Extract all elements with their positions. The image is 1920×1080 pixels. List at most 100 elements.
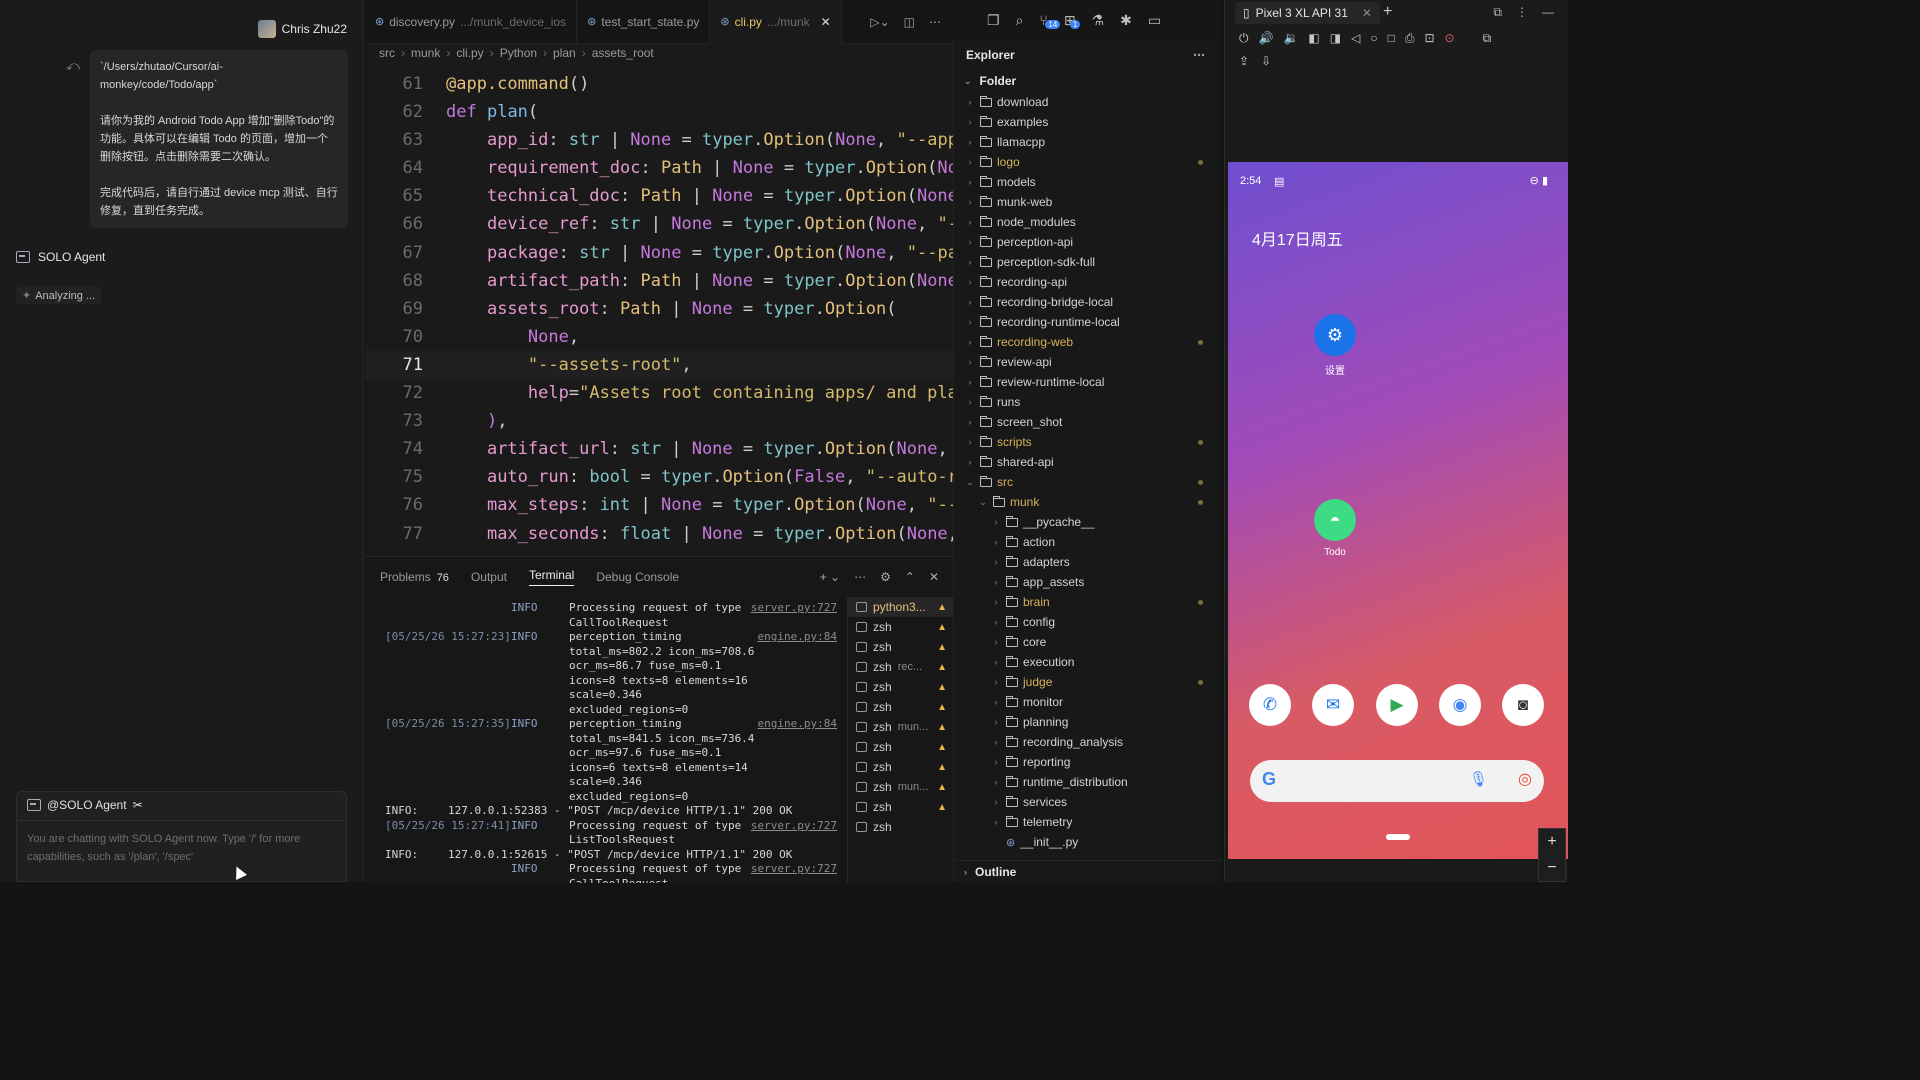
debug-icon[interactable]: ✱ (1120, 12, 1132, 29)
tab-output[interactable]: Output (471, 570, 507, 584)
folder-item[interactable]: › execution (954, 652, 1221, 672)
folder-item[interactable]: › review-api (954, 352, 1221, 372)
terminal-session[interactable]: zsh ▲ (848, 797, 953, 817)
folder-item[interactable]: › perception-api (954, 232, 1221, 252)
folder-item[interactable]: › recording-api (954, 272, 1221, 292)
volume-down-icon[interactable]: 🔉 (1283, 31, 1298, 46)
terminal-output[interactable]: INFO Processing request of type server.py:… (385, 601, 837, 883)
terminal-session[interactable]: zsh rec... ▲ (848, 657, 953, 677)
breadcrumb-item[interactable]: plan (553, 46, 576, 60)
lens-icon[interactable]: ◎ (1518, 769, 1532, 789)
terminal-session[interactable]: zsh mun... ▲ (848, 717, 953, 737)
file-item[interactable]: ⊛ __init__.py (954, 832, 1221, 852)
tab-test-start-state[interactable]: ⊛ test_start_state.py (577, 0, 711, 44)
more-icon[interactable]: ⋮ (1516, 5, 1528, 20)
undo-icon[interactable]: ⤺ (66, 58, 80, 74)
folder-item[interactable]: › munk-web (954, 192, 1221, 212)
mic-icon[interactable]: 🎙 (1469, 770, 1488, 788)
testing-icon[interactable]: ⚗ (1092, 12, 1105, 29)
terminal-session[interactable]: zsh ▲ (848, 617, 953, 637)
log-source-link[interactable]: server.py:727 (751, 819, 837, 834)
record-icon[interactable]: ⊙ (1445, 31, 1455, 46)
screenshot-icon[interactable]: ⎙ (1405, 31, 1415, 46)
breadcrumb-item[interactable]: src (379, 46, 395, 60)
extended-controls-icon[interactable]: ⧉ (1483, 31, 1492, 46)
rotate-right-icon[interactable]: ◨ (1330, 31, 1341, 46)
breadcrumb-item[interactable]: Python (500, 46, 537, 60)
tab-problems[interactable]: Problems 76 (380, 570, 449, 584)
back-icon[interactable]: ◁ (1351, 31, 1360, 46)
chrome-icon[interactable]: ◉ (1439, 684, 1481, 726)
folder-item[interactable]: › judge (954, 672, 1221, 692)
play-store-icon[interactable]: ▶ (1376, 684, 1418, 726)
upload-icon[interactable]: ⇪ (1239, 54, 1249, 68)
terminal-session[interactable]: python3... ▲ (848, 597, 953, 617)
breadcrumb-item[interactable]: cli.py (456, 46, 483, 60)
terminal-session[interactable]: zsh (848, 817, 953, 837)
log-source-link[interactable]: server.py:727 (751, 862, 837, 877)
device-tab[interactable]: ▯ Pixel 3 XL API 31 ✕ (1235, 2, 1380, 24)
source-control-icon[interactable]: ⑂ 14 (1039, 12, 1061, 29)
zoom-controls[interactable]: + − (1538, 828, 1566, 882)
tab-debug-console[interactable]: Debug Console (596, 570, 679, 584)
volume-up-icon[interactable]: 🔊 (1259, 31, 1274, 46)
folder-item[interactable]: › download (954, 92, 1221, 112)
close-icon[interactable]: ✕ (929, 570, 939, 584)
folder-item[interactable]: › node_modules (954, 212, 1221, 232)
log-source-link[interactable]: server.py:727 (751, 601, 837, 616)
tab-cli[interactable]: ⊛ cli.py .../munk ✕ (710, 0, 842, 44)
folder-item[interactable]: › telemetry (954, 812, 1221, 832)
folder-item[interactable]: › logo (954, 152, 1221, 172)
chat-input[interactable]: You are chatting with SOLO Agent now. Ty… (27, 830, 336, 866)
remote-icon[interactable]: ▭ (1148, 12, 1161, 29)
window-icon[interactable]: ⧉ (1493, 5, 1502, 20)
folder-item[interactable]: › runtime_distribution (954, 772, 1221, 792)
tab-discovery[interactable]: ⊛ discovery.py .../munk_device_ios (365, 0, 578, 44)
phone-screen[interactable]: 2:54 ▤ ⊖ ▮ 4月17日周五 ⚙ 设置 ◓ Todo ✆ ✉ ▶ ◉ ◙… (1228, 162, 1568, 859)
outline-section[interactable]: › Outline (954, 860, 1221, 882)
more-icon[interactable]: ⋯ (929, 15, 941, 29)
folder-item[interactable]: › models (954, 172, 1221, 192)
folder-item[interactable]: › recording-bridge-local (954, 292, 1221, 312)
close-icon[interactable]: ✕ (1362, 6, 1372, 20)
phone-call-icon[interactable]: ✆ (1249, 684, 1291, 726)
folder-item[interactable]: ⌄ src (954, 472, 1221, 492)
folder-item[interactable]: › screen_shot (954, 412, 1221, 432)
folder-item[interactable]: › reporting (954, 752, 1221, 772)
log-source-link[interactable]: engine.py:84 (758, 717, 837, 732)
maximize-icon[interactable]: ⌃ (905, 570, 915, 584)
folder-item[interactable]: › brain (954, 592, 1221, 612)
folder-item[interactable]: › review-runtime-local (954, 372, 1221, 392)
terminal-session[interactable]: zsh ▲ (848, 697, 953, 717)
log-source-link[interactable]: engine.py:84 (758, 630, 837, 645)
messages-icon[interactable]: ✉ (1312, 684, 1354, 726)
add-device-icon[interactable]: + (1383, 3, 1392, 21)
folder-item[interactable]: › examples (954, 112, 1221, 132)
folder-item[interactable]: › shared-api (954, 452, 1221, 472)
folder-item[interactable]: › perception-sdk-full (954, 252, 1221, 272)
close-icon[interactable]: ✕ (821, 15, 831, 29)
folder-item[interactable]: › services (954, 792, 1221, 812)
terminal-session[interactable]: zsh ▲ (848, 677, 953, 697)
folder-item[interactable]: › runs (954, 392, 1221, 412)
folder-item[interactable]: › app_assets (954, 572, 1221, 592)
folder-item[interactable]: › recording-runtime-local (954, 312, 1221, 332)
zoom-in-icon[interactable]: + (1539, 829, 1565, 855)
chat-input-box[interactable]: @SOLO Agent ✂ You are chatting with SOLO… (16, 791, 347, 882)
home-icon[interactable]: ○ (1370, 31, 1377, 46)
folder-item[interactable]: › adapters (954, 552, 1221, 572)
split-editor-icon[interactable]: ◫ (904, 15, 915, 29)
terminal-session[interactable]: zsh mun... ▲ (848, 777, 953, 797)
folder-item[interactable]: › config (954, 612, 1221, 632)
overview-icon[interactable]: □ (1388, 31, 1395, 46)
code-area[interactable]: 60 61 @app.command() 62 def plan( 63 app_i… (365, 62, 953, 556)
run-icon[interactable]: ▷⌄ (870, 15, 889, 29)
todo-app[interactable]: ◓ Todo (1312, 499, 1358, 558)
tab-terminal[interactable]: Terminal (528, 568, 575, 586)
terminal-session[interactable]: zsh ▲ (848, 737, 953, 757)
agent-mention[interactable]: @SOLO Agent ✂ (27, 798, 143, 812)
power-icon[interactable]: ⏻ (1239, 31, 1249, 46)
nav-home-pill[interactable] (1386, 834, 1410, 840)
more-icon[interactable]: ⋯ (854, 570, 866, 584)
folder-item[interactable]: › core (954, 632, 1221, 652)
